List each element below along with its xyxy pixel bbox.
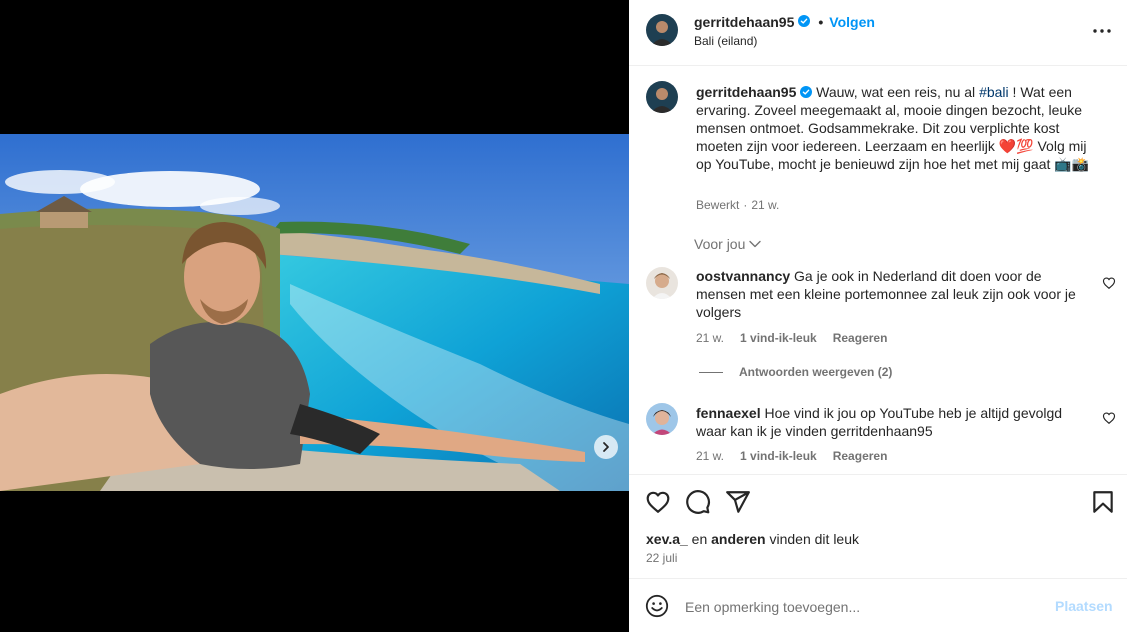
liked-by-suffix: vinden dit leuk bbox=[769, 531, 860, 547]
replies-divider bbox=[699, 371, 723, 373]
comment-filter-label: Voor jou bbox=[694, 236, 746, 252]
post-actions: xev.a_ en anderen vinden dit leuk 22 jul… bbox=[629, 474, 1127, 578]
comment-filter-dropdown[interactable]: Voor jou bbox=[694, 236, 762, 252]
comment-likes[interactable]: 1 vind-ik-leuk bbox=[740, 331, 817, 345]
author-avatar[interactable] bbox=[646, 14, 678, 46]
comment-meta: 21 w. 1 vind-ik-leuk Reageren bbox=[696, 449, 887, 463]
commenter-avatar[interactable] bbox=[646, 403, 678, 435]
caption-author-avatar[interactable] bbox=[646, 81, 678, 113]
post-media bbox=[0, 0, 629, 632]
author-username[interactable]: gerritdehaan95 bbox=[694, 14, 794, 30]
post-header: gerritdehaan95 • Volgen Bali (eiland) bbox=[629, 0, 1127, 66]
comment-username[interactable]: oostvannancy bbox=[696, 268, 790, 284]
comment-meta: 21 w. 1 vind-ik-leuk Reageren bbox=[696, 331, 887, 345]
chevron-right-icon bbox=[603, 442, 609, 452]
comment-time[interactable]: 21 w. bbox=[696, 449, 724, 463]
meta-separator: · bbox=[743, 198, 748, 212]
comment-likes[interactable]: 1 vind-ik-leuk bbox=[740, 449, 817, 463]
comment-input[interactable] bbox=[685, 596, 1045, 618]
reply-button[interactable]: Reageren bbox=[833, 449, 888, 463]
liked-by-user[interactable]: xev.a_ bbox=[646, 531, 688, 547]
caption-body-start: Wauw, wat een reis, nu al bbox=[816, 84, 980, 100]
follow-button[interactable]: Volgen bbox=[829, 14, 875, 30]
add-comment-bar: Plaatsen bbox=[629, 578, 1127, 632]
view-replies-button[interactable]: Antwoorden weergeven (2) bbox=[699, 365, 892, 379]
caption-username[interactable]: gerritdehaan95 bbox=[696, 84, 796, 100]
comment-text: oostvannancy Ga je ook in Nederland dit … bbox=[696, 267, 1094, 321]
photo-illustration bbox=[0, 134, 629, 491]
reply-button[interactable]: Reageren bbox=[833, 331, 888, 345]
more-options-icon bbox=[1093, 29, 1111, 33]
comment-username[interactable]: fennaexel bbox=[696, 405, 761, 421]
verified-badge-icon bbox=[800, 84, 813, 100]
edited-label: Bewerkt bbox=[696, 198, 740, 212]
post-comment-button[interactable]: Plaatsen bbox=[1055, 598, 1113, 614]
emoji-icon[interactable] bbox=[645, 594, 669, 618]
heart-icon[interactable] bbox=[645, 489, 671, 515]
share-icon[interactable] bbox=[725, 489, 751, 515]
caption-time[interactable]: 21 w. bbox=[751, 198, 779, 212]
caption-text: gerritdehaan95 Wauw, wat een reis, nu al… bbox=[696, 83, 1094, 173]
more-options-button[interactable] bbox=[1091, 20, 1113, 42]
next-image-button[interactable] bbox=[594, 435, 618, 459]
chevron-down-icon bbox=[749, 240, 762, 248]
heart-icon[interactable] bbox=[1102, 411, 1116, 425]
view-replies-label: Antwoorden weergeven (2) bbox=[739, 365, 893, 379]
hashtag-link[interactable]: #bali bbox=[979, 84, 1009, 100]
caption-meta: Bewerkt · 21 w. bbox=[696, 198, 779, 212]
verified-badge-icon bbox=[798, 14, 811, 30]
post-details-panel: gerritdehaan95 • Volgen Bali (eiland) ge… bbox=[629, 0, 1127, 632]
commenter-avatar[interactable] bbox=[646, 267, 678, 299]
liked-by-summary: xev.a_ en anderen vinden dit leuk bbox=[646, 531, 859, 547]
liked-by-others[interactable]: anderen bbox=[711, 531, 765, 547]
post-date[interactable]: 22 juli bbox=[646, 551, 677, 565]
heart-icon[interactable] bbox=[1102, 276, 1116, 290]
header-separator: • bbox=[818, 14, 824, 30]
comment-icon[interactable] bbox=[685, 489, 711, 515]
comment-text: fennaexel Hoe vind ik jou op YouTube heb… bbox=[696, 404, 1094, 440]
post-photo[interactable] bbox=[0, 134, 629, 491]
bookmark-icon[interactable] bbox=[1090, 489, 1116, 515]
comment-time[interactable]: 21 w. bbox=[696, 331, 724, 345]
comments-section[interactable]: gerritdehaan95 Wauw, wat een reis, nu al… bbox=[629, 67, 1127, 474]
location-link[interactable]: Bali (eiland) bbox=[694, 34, 757, 48]
liked-by-connector: en bbox=[691, 531, 708, 547]
